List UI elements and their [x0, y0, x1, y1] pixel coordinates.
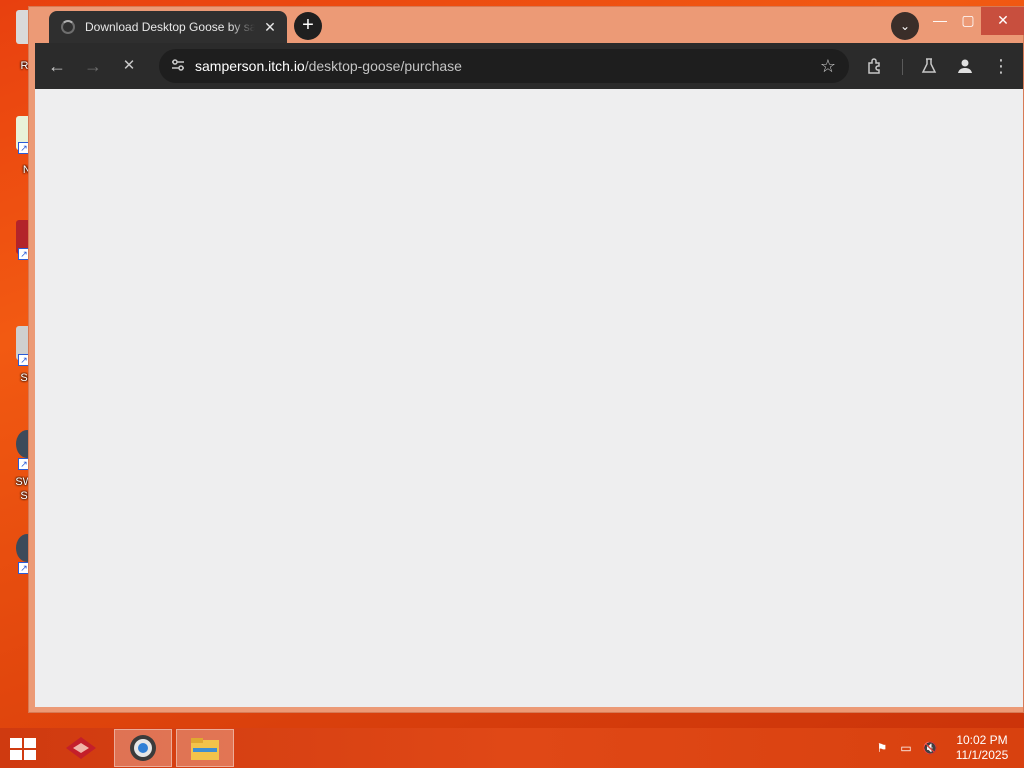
taskbar-file-explorer[interactable]	[176, 729, 234, 767]
browser-window: Download Desktop Goose by sa ✕ + ⌄ — ▢ ✕…	[28, 6, 1024, 713]
tab-search-button[interactable]: ⌄	[891, 12, 919, 40]
page-viewport	[35, 89, 1023, 707]
windows-logo-icon	[10, 738, 38, 760]
tab-active[interactable]: Download Desktop Goose by sa ✕	[49, 11, 287, 43]
taskbar: ⚑ ▭ 🔇 10:02 PM 11/1/2025	[0, 728, 1024, 768]
folder-icon	[191, 738, 219, 760]
action-center-flag-icon[interactable]: ⚑	[874, 740, 890, 756]
address-bar[interactable]: samperson.itch.io/desktop-goose/purchase…	[159, 49, 849, 83]
maximize-button[interactable]: ▢	[953, 7, 983, 35]
site-info-icon[interactable]	[169, 57, 187, 75]
forward-button[interactable]: →	[79, 52, 107, 80]
menu-icon[interactable]: ⋮	[987, 52, 1015, 80]
extensions-icon[interactable]	[861, 52, 889, 80]
minimize-button[interactable]: —	[925, 7, 955, 35]
stop-loading-button[interactable]: ✕	[115, 52, 143, 80]
volume-muted-icon[interactable]: 🔇	[922, 740, 938, 756]
clock-date: 11/1/2025	[955, 748, 1009, 762]
star-icon[interactable]: ☆	[817, 55, 839, 77]
tab-title: Download Desktop Goose by sa	[85, 20, 255, 34]
app-icon	[66, 737, 96, 759]
back-button[interactable]: ←	[43, 52, 71, 80]
clock-time: 10:02 PM	[956, 733, 1008, 747]
toolbar-separator	[902, 59, 903, 75]
labs-icon[interactable]	[915, 52, 943, 80]
taskbar-browser[interactable]	[114, 729, 172, 767]
start-button[interactable]	[0, 729, 48, 767]
tab-strip: Download Desktop Goose by sa ✕ + ⌄ — ▢ ✕	[29, 7, 1024, 43]
taskbar-app-red[interactable]	[52, 729, 110, 767]
close-window-button[interactable]: ✕	[981, 7, 1024, 35]
system-clock[interactable]: 10:02 PM 11/1/2025	[944, 733, 1020, 763]
url-path: /desktop-goose/purchase	[304, 58, 462, 74]
network-icon[interactable]: ▭	[898, 740, 914, 756]
browser-toolbar: ← → ✕ samperson.itch.io/desktop-goose/pu…	[35, 43, 1023, 89]
url-host: samperson.itch.io	[195, 58, 305, 74]
url-text: samperson.itch.io/desktop-goose/purchase	[195, 58, 462, 74]
browser-icon	[130, 735, 156, 761]
loading-spinner-icon	[61, 20, 75, 34]
tab-close-icon[interactable]: ✕	[261, 18, 279, 36]
profile-icon[interactable]	[951, 52, 979, 80]
new-tab-button[interactable]: +	[294, 12, 322, 40]
